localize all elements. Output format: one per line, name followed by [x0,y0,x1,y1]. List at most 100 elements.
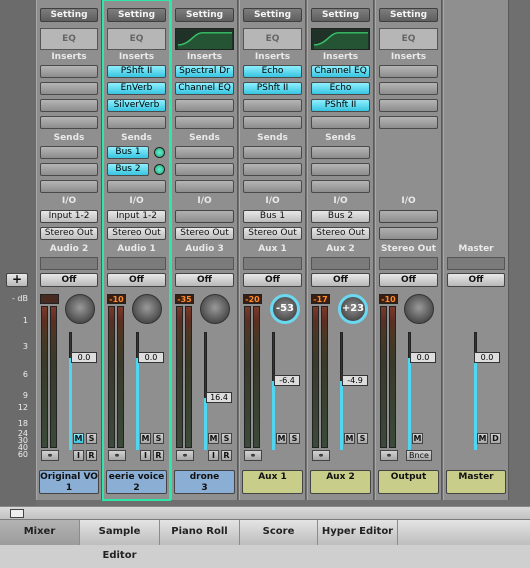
pan-knob[interactable] [200,294,230,324]
mute-button[interactable]: M [140,433,151,444]
insert-slot[interactable]: Channel EQ [311,65,370,78]
insert-slot[interactable]: SilverVerb [107,99,166,112]
send-slot[interactable] [311,163,370,176]
insert-slot[interactable] [175,116,234,129]
peak-indicator[interactable]: -17 [311,294,330,304]
record-enable-button[interactable]: R [221,450,232,461]
pan-knob[interactable] [404,294,434,324]
setting-button[interactable]: Setting [311,8,370,22]
setting-button[interactable]: Setting [243,8,302,22]
link-icon[interactable]: ⚭ [41,450,59,461]
tab-piano-roll[interactable]: Piano Roll [160,520,240,545]
group-slot[interactable] [40,257,98,270]
tab-sample-editor[interactable]: Sample Editor [80,520,160,561]
automation-mode-button[interactable]: Off [379,273,438,287]
input-selector[interactable]: Bus 1 [243,210,302,223]
send-slot[interactable] [40,180,98,193]
track-name-label[interactable]: Master [446,470,506,494]
setting-button[interactable]: Setting [40,8,98,22]
insert-slot[interactable]: EnVerb [107,82,166,95]
peak-indicator[interactable]: -10 [379,294,398,304]
input-selector[interactable] [379,210,438,223]
solo-button[interactable]: S [221,433,232,444]
eq-thumbnail[interactable] [175,28,234,50]
insert-slot[interactable] [379,82,438,95]
peak-indicator[interactable]: -20 [243,294,262,304]
insert-slot[interactable]: PShft II [311,99,370,112]
input-selector[interactable] [175,210,234,223]
track-name-label[interactable]: Output [378,470,439,494]
automation-mode-button[interactable]: Off [175,273,234,287]
send-level-knob[interactable] [154,164,165,175]
insert-slot[interactable] [175,99,234,112]
channel-strip-audio3[interactable]: Setting Inserts Spectral Dr Channel EQ Sends… [171,0,238,500]
channel-strip-stereo_out[interactable]: Setting EQ Inserts I/O Stereo Out Off -10 0.0 M ⚭… [375,0,442,500]
mute-button[interactable]: M [344,433,355,444]
link-icon[interactable]: ⚭ [176,450,194,461]
insert-slot[interactable] [40,116,98,129]
send-slot[interactable] [175,180,234,193]
record-enable-button[interactable]: R [153,450,164,461]
insert-slot[interactable] [243,116,302,129]
input-monitor-button[interactable]: I [73,450,84,461]
output-selector[interactable]: Stereo Out [243,227,302,240]
mute-button[interactable]: M [412,433,423,444]
automation-mode-button[interactable]: Off [311,273,370,287]
solo-button[interactable]: S [357,433,368,444]
insert-slot[interactable] [40,82,98,95]
track-name-label[interactable]: Original VO 1 [39,470,99,494]
send-slot[interactable] [40,146,98,159]
input-monitor-button[interactable]: I [140,450,151,461]
pan-knob[interactable]: -53 [270,294,300,324]
dim-button[interactable]: D [490,433,501,444]
send-slot[interactable]: Bus 2 [107,163,149,176]
fader-value[interactable]: -4.9 [342,375,368,386]
solo-button[interactable]: S [153,433,164,444]
channel-strip-aux1[interactable]: Setting EQ Inserts Echo PShft II Sends I/O Bus … [239,0,306,500]
bounce-button[interactable]: Bnce [406,450,432,461]
record-enable-button[interactable]: R [86,450,97,461]
solo-button[interactable]: S [86,433,97,444]
fader-value[interactable]: 16.4 [206,392,232,403]
group-slot[interactable] [447,257,505,270]
send-slot[interactable] [175,146,234,159]
channel-strip-master[interactable]: Master Off 0.0 M D Master [443,0,509,500]
tab-hyper-editor[interactable]: Hyper Editor [318,520,398,545]
insert-slot[interactable] [40,99,98,112]
group-slot[interactable] [175,257,234,270]
pan-knob[interactable] [65,294,95,324]
insert-slot[interactable] [243,99,302,112]
automation-mode-button[interactable]: Off [447,273,505,287]
fader-value[interactable]: 0.0 [138,352,164,363]
group-slot[interactable] [107,257,166,270]
setting-button[interactable]: Setting [175,8,234,22]
track-name-label[interactable]: eerie voice 2 [106,470,167,494]
fader-value[interactable]: 0.0 [71,352,97,363]
group-slot[interactable] [311,257,370,270]
output-selector[interactable]: Stereo Out [107,227,166,240]
link-icon[interactable]: ⚭ [108,450,126,461]
send-slot[interactable] [243,180,302,193]
channel-strip-audio2[interactable]: Setting EQ Inserts Sends I/O Input 1-2 Stereo … [36,0,102,500]
automation-mode-button[interactable]: Off [40,273,98,287]
input-monitor-button[interactable]: I [208,450,219,461]
mute-button[interactable]: M [276,433,287,444]
mute-button[interactable]: M [477,433,488,444]
input-selector[interactable]: Input 1-2 [107,210,166,223]
send-level-knob[interactable] [154,147,165,158]
peak-indicator[interactable] [40,294,59,304]
tab-mixer[interactable]: Mixer [0,520,80,545]
eq-button[interactable]: EQ [379,28,438,50]
channel-strip-aux2[interactable]: Setting Inserts Channel EQ Echo PShft II Send… [307,0,374,500]
insert-slot[interactable]: PShft II [107,65,166,78]
track-name-label[interactable]: drone 3 [174,470,235,494]
output-selector[interactable] [379,227,438,240]
send-slot[interactable] [311,146,370,159]
setting-button[interactable]: Setting [379,8,438,22]
link-icon[interactable]: ⚭ [380,450,398,461]
insert-slot[interactable] [107,116,166,129]
insert-slot[interactable]: PShft II [243,82,302,95]
automation-mode-button[interactable]: Off [243,273,302,287]
group-slot[interactable] [243,257,302,270]
send-slot[interactable]: Bus 1 [107,146,149,159]
